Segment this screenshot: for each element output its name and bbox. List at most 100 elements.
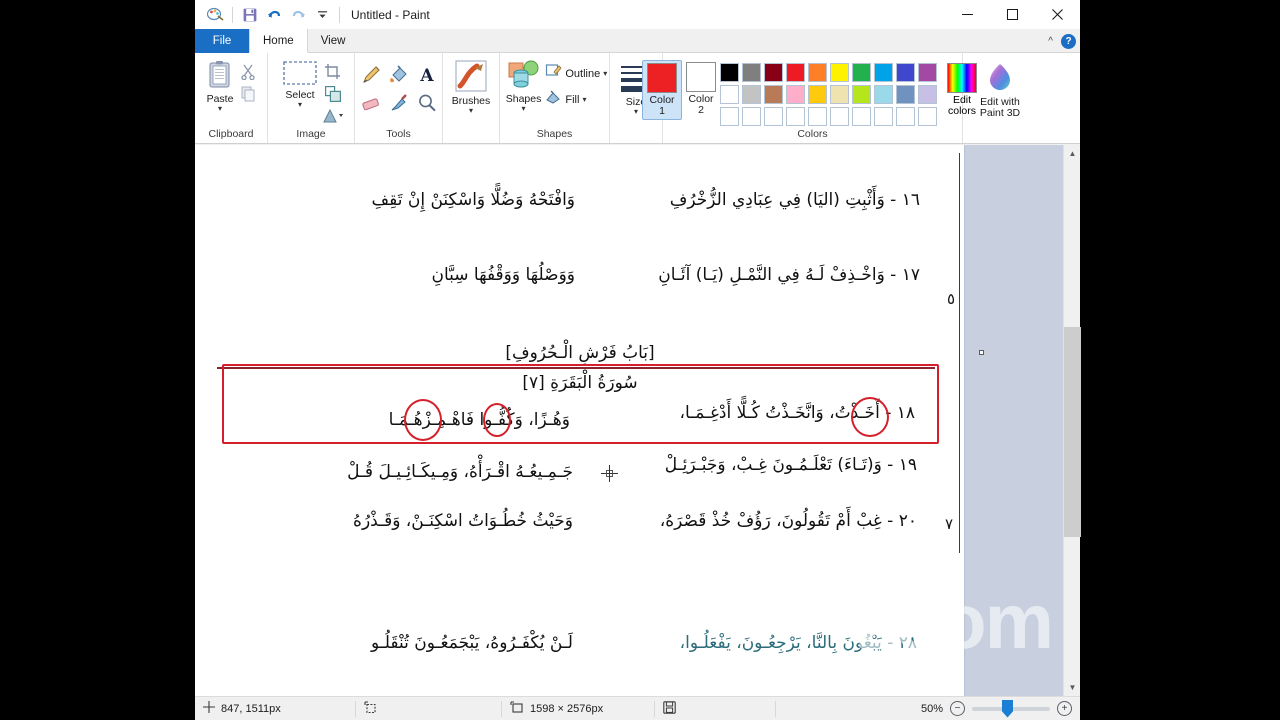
zoom-slider-track[interactable] [972, 699, 1050, 718]
paste-button[interactable]: Paste ▾ [203, 58, 238, 113]
fill-with-color-icon[interactable] [385, 61, 413, 89]
palette-swatch-3-4[interactable] [786, 107, 805, 126]
palette-swatch-2-4[interactable] [786, 85, 805, 104]
palette-swatch-2-3[interactable] [764, 85, 783, 104]
palette-swatch-3-5[interactable] [808, 107, 827, 126]
ribbon: Paste ▾ Clipboard Select ▾ Image A Tools… [195, 53, 1080, 144]
image-size-icon [510, 700, 524, 717]
file-size-icon [663, 700, 676, 717]
palette-swatch-3-9[interactable] [896, 107, 915, 126]
color2-label-line2: 2 [698, 104, 704, 116]
brushes-dropdown-caret[interactable]: ▾ [469, 107, 473, 115]
copy-icon[interactable] [237, 83, 259, 104]
palette-swatch-1-6[interactable] [830, 63, 849, 82]
ribbon-group-label-image: Image [296, 128, 326, 140]
annotation-ellipse-3[interactable] [483, 403, 511, 437]
palette-swatch-2-6[interactable] [830, 85, 849, 104]
chapter-heading: [بَابُ فَرْشِ الْـحُرُوفِ] [505, 343, 655, 363]
ribbon-tab-row-right: ^ ? [1048, 29, 1076, 53]
palette-swatch-1-4[interactable] [786, 63, 805, 82]
tab-home[interactable]: Home [249, 29, 308, 53]
palette-swatch-3-10[interactable] [918, 107, 937, 126]
palette-swatch-2-8[interactable] [874, 85, 893, 104]
status-cursor-position: 847, 1511px [195, 697, 355, 720]
shapes-button[interactable]: Shapes ▾ [502, 58, 546, 113]
palette-swatch-3-1[interactable] [720, 107, 739, 126]
select-dropdown-caret[interactable]: ▾ [298, 101, 302, 109]
palette-swatch-2-2[interactable] [742, 85, 761, 104]
zoom-out-icon[interactable]: − [950, 701, 965, 716]
outline-button[interactable]: Outline ▾ [545, 63, 607, 84]
cut-icon[interactable] [237, 61, 259, 82]
palette-swatch-3-3[interactable] [764, 107, 783, 126]
resize-icon[interactable] [322, 83, 344, 104]
scroll-down-icon[interactable]: ▼ [1064, 679, 1081, 696]
palette-swatch-2-9[interactable] [896, 85, 915, 104]
redo-icon[interactable] [286, 4, 310, 26]
magnifier-icon[interactable] [413, 89, 441, 117]
select-button[interactable]: Select ▾ [278, 58, 322, 109]
zoom-control[interactable]: 50% − + [921, 699, 1080, 718]
palette-swatch-2-1[interactable] [720, 85, 739, 104]
edit-with-paint3d-button[interactable]: Edit with Paint 3D [980, 62, 1020, 119]
shapes-icon [508, 60, 540, 93]
selection-handle-right[interactable] [979, 350, 984, 355]
palette-swatch-1-2[interactable] [742, 63, 761, 82]
color2-button[interactable]: Color 2 [682, 60, 720, 118]
palette-swatch-2-5[interactable] [808, 85, 827, 104]
fill-button[interactable]: Fill ▾ [545, 89, 607, 110]
color-picker-icon[interactable] [385, 89, 413, 117]
palette-swatch-2-7[interactable] [852, 85, 871, 104]
color1-button[interactable]: Color 1 [642, 60, 682, 120]
zoom-in-icon[interactable]: + [1057, 701, 1072, 716]
palette-swatch-1-3[interactable] [764, 63, 783, 82]
palette-swatch-3-8[interactable] [874, 107, 893, 126]
text-tool-icon[interactable]: A [413, 61, 441, 89]
vertical-scrollbar[interactable]: ▲ ▼ [1063, 145, 1081, 696]
palette-swatch-1-1[interactable] [720, 63, 739, 82]
verse-20-right: ٢٠ - غِبْ أَمْ تَقُولُونَ، رَؤُفْ خُذْ ق… [659, 511, 917, 531]
palette-swatch-2-10[interactable] [918, 85, 937, 104]
help-icon[interactable]: ? [1061, 33, 1076, 49]
palette-swatch-1-9[interactable] [896, 63, 915, 82]
canvas-area[interactable]: ١٦ - وَأَثْبِتِ (اليَا) فِي عِبَادِي الز… [195, 145, 1080, 696]
window-title: Untitled - Paint [351, 7, 430, 22]
chevron-up-icon[interactable]: ^ [1048, 36, 1053, 47]
palette-swatch-1-10[interactable] [918, 63, 937, 82]
crop-icon[interactable] [322, 61, 344, 82]
tab-view[interactable]: View [308, 29, 359, 53]
zoom-slider-thumb[interactable] [1002, 699, 1013, 718]
scrollbar-thumb[interactable] [1064, 327, 1081, 537]
annotation-ellipse-2[interactable] [404, 399, 442, 441]
undo-icon[interactable] [262, 4, 286, 26]
pencil-icon[interactable] [357, 61, 385, 89]
annotation-rectangle[interactable] [222, 364, 939, 444]
fill-dropdown-caret[interactable]: ▾ [582, 96, 586, 104]
minimize-button[interactable] [945, 0, 990, 29]
palette-swatch-3-6[interactable] [830, 107, 849, 126]
color-palette[interactable] [720, 60, 939, 128]
palette-swatch-1-8[interactable] [874, 63, 893, 82]
rotate-icon[interactable] [322, 105, 344, 126]
shapes-dropdown-caret[interactable]: ▾ [522, 105, 526, 113]
outline-dropdown-caret[interactable]: ▾ [603, 70, 607, 78]
ribbon-group-label-paint3d [963, 140, 1037, 143]
save-icon[interactable] [238, 4, 262, 26]
window-controls [945, 0, 1080, 29]
tab-file[interactable]: File [195, 29, 249, 53]
annotation-ellipse-1[interactable] [851, 397, 889, 437]
palette-swatch-3-2[interactable] [742, 107, 761, 126]
customize-qat-icon[interactable] [310, 4, 334, 26]
ribbon-group-shapes: Shapes ▾ Outline ▾ Fill ▾ Shapes [500, 53, 610, 143]
eraser-icon[interactable] [357, 89, 385, 117]
brushes-button[interactable]: Brushes ▾ [448, 58, 495, 115]
document-image[interactable]: ١٦ - وَأَثْبِتِ (اليَا) فِي عِبَادِي الز… [195, 145, 984, 696]
status-bar: 847, 1511px 1598 × 2576px 50% − + [195, 696, 1080, 720]
maximize-button[interactable] [990, 0, 1035, 29]
palette-swatch-3-7[interactable] [852, 107, 871, 126]
close-button[interactable] [1035, 0, 1080, 29]
palette-swatch-1-7[interactable] [852, 63, 871, 82]
scroll-up-icon[interactable]: ▲ [1064, 145, 1081, 162]
palette-swatch-1-5[interactable] [808, 63, 827, 82]
paste-dropdown-caret[interactable]: ▾ [218, 105, 222, 113]
